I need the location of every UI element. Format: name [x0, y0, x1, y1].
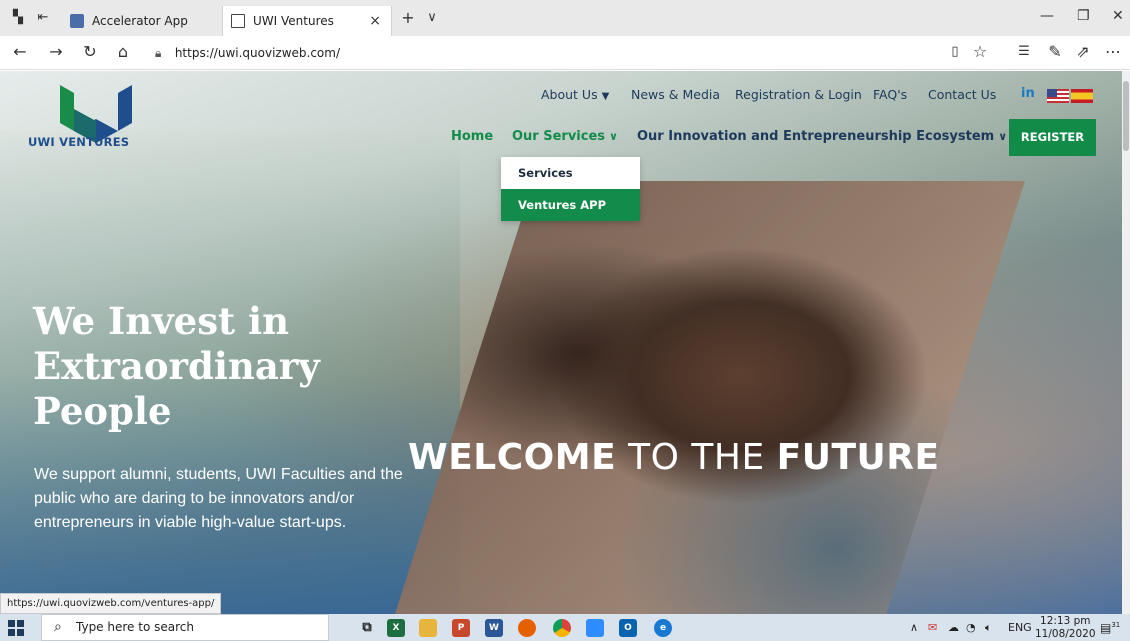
onedrive-icon[interactable]: ☁	[948, 621, 959, 634]
home-icon[interactable]: ⌂	[113, 42, 133, 62]
nav-news-media[interactable]: News & Media	[631, 87, 720, 102]
hero-title-line: People	[33, 389, 172, 433]
tab-accelerator-app[interactable]: Accelerator App	[62, 6, 222, 36]
logo-text: UWI VENTURES	[28, 135, 130, 149]
browser-tab-bar: ▚ ⇤ Accelerator App UWI Ventures × + ∨ —…	[0, 0, 1130, 36]
language-indicator[interactable]: ENG	[1008, 621, 1032, 634]
hero-title-line: Extraordinary	[33, 344, 320, 388]
nav-our-services[interactable]: Our Services ∨	[512, 129, 618, 144]
chevron-down-icon: ▼	[601, 91, 610, 102]
favorite-star-icon[interactable]: ☆	[970, 42, 990, 62]
welcome-middle: TO THE	[628, 437, 765, 478]
search-icon: ⌕	[54, 619, 62, 635]
tab-label: Accelerator App	[92, 14, 188, 28]
tab-actions-icon[interactable]: ▚	[10, 10, 26, 26]
nav-about-us-label: About Us	[541, 87, 598, 102]
tray-chevron-icon[interactable]: ∧	[910, 621, 918, 634]
volume-icon[interactable]: 🔈︎	[985, 621, 992, 635]
windows-start-icon[interactable]	[8, 620, 24, 636]
hero-subtitle: We support alumni, students, UWI Faculti…	[34, 466, 403, 531]
spanish-flag-icon[interactable]	[1071, 89, 1093, 103]
task-view-icon[interactable]: ⧉	[358, 619, 376, 637]
clock-time: 12:13 pm	[1040, 615, 1091, 627]
status-bar-url: https://uwi.quovizweb.com/ventures-app/	[0, 593, 222, 614]
page-icon	[231, 14, 245, 28]
services-dropdown: Services Ventures APP	[501, 157, 640, 221]
dropdown-item-ventures-app[interactable]: Ventures APP	[501, 189, 640, 221]
wifi-icon[interactable]: ◔	[966, 621, 976, 634]
nav-home[interactable]: Home	[451, 129, 493, 144]
edge-icon[interactable]: e	[654, 619, 672, 637]
back-icon[interactable]: ←	[10, 42, 30, 62]
set-tabs-aside-icon[interactable]: ⇤	[35, 10, 51, 26]
share-icon[interactable]: ⇗	[1073, 42, 1093, 62]
nav-contact-us[interactable]: Contact Us	[928, 87, 996, 102]
url-field[interactable]: 🔒︎ https://uwi.quovizweb.com/	[155, 42, 955, 64]
close-tab-icon[interactable]: ×	[369, 13, 381, 29]
scrollbar-thumb[interactable]	[1123, 81, 1129, 151]
zoom-icon[interactable]	[586, 619, 604, 637]
nav-our-services-label: Our Services	[512, 129, 606, 144]
chrome-icon[interactable]	[553, 619, 571, 637]
outlook-icon[interactable]: O	[619, 619, 637, 637]
tab-list-icon[interactable]: ∨	[424, 10, 440, 26]
english-flag-icon[interactable]	[1047, 89, 1069, 103]
dropdown-item-services[interactable]: Services	[501, 157, 640, 189]
windows-taskbar: ⌕ Type here to search ⧉ X P W O e ∧ ✉ ☁ …	[0, 614, 1130, 641]
url-text: https://uwi.quovizweb.com/	[174, 46, 341, 60]
hero-title-line: We Invest in	[33, 299, 289, 343]
nav-ecosystem[interactable]: Our Innovation and Entrepreneurship Ecos…	[637, 129, 1007, 144]
page-viewport: UWI VENTURES About Us ▼ News & Media Regi…	[0, 71, 1122, 614]
taskbar-search-box[interactable]: ⌕ Type here to search	[41, 614, 329, 641]
register-button[interactable]: REGISTER	[1009, 119, 1096, 156]
notification-count: 31	[1111, 621, 1121, 629]
nav-faq[interactable]: FAQ's	[873, 87, 907, 102]
favorites-list-icon[interactable]: ☰	[1014, 42, 1034, 62]
welcome-future: FUTURE	[776, 437, 940, 478]
pen-icon[interactable]: ✎	[1045, 42, 1065, 62]
welcome-word: WELCOME	[408, 437, 617, 478]
app-icon	[70, 14, 84, 28]
chevron-down-icon: ∨	[998, 130, 1008, 143]
more-icon[interactable]: ⋯	[1103, 42, 1123, 62]
file-explorer-icon[interactable]	[419, 619, 437, 637]
clock-date: 11/08/2020	[1035, 628, 1096, 640]
powerpoint-icon[interactable]: P	[452, 619, 470, 637]
linkedin-icon[interactable]: in	[1021, 86, 1035, 101]
close-window-icon[interactable]: ✕	[1112, 8, 1124, 24]
restore-icon[interactable]: ❐	[1077, 8, 1090, 24]
forward-icon[interactable]: →	[46, 42, 66, 62]
notification-center-icon[interactable]: ▤31	[1100, 621, 1120, 635]
nav-ecosystem-label: Our Innovation and Entrepreneurship Ecos…	[637, 129, 995, 144]
taskbar-clock[interactable]: 12:13 pm 11/08/2020	[1035, 615, 1096, 641]
reading-view-icon[interactable]: ▯	[945, 42, 965, 62]
word-icon[interactable]: W	[485, 619, 503, 637]
hero-title: We Invest in Extraordinary People	[33, 299, 433, 434]
new-tab-icon[interactable]: +	[400, 10, 416, 26]
mail-icon[interactable]: ✉	[928, 621, 937, 634]
tab-label: UWI Ventures	[253, 14, 334, 28]
search-placeholder: Type here to search	[76, 620, 194, 634]
nav-registration-login[interactable]: Registration & Login	[735, 87, 862, 102]
minimize-icon[interactable]: —	[1040, 8, 1054, 24]
refresh-icon[interactable]: ↻	[80, 42, 100, 62]
tab-uwi-ventures[interactable]: UWI Ventures ×	[222, 6, 392, 36]
nav-about-us[interactable]: About Us ▼	[541, 87, 609, 102]
excel-icon[interactable]: X	[387, 619, 405, 637]
address-bar: ← → ↻ ⌂ 🔒︎ https://uwi.quovizweb.com/ ▯ …	[0, 36, 1130, 70]
welcome-heading: WELCOME TO THE FUTURE	[408, 437, 940, 478]
chevron-down-icon: ∨	[609, 130, 618, 143]
lock-icon: 🔒︎	[155, 46, 162, 60]
firefox-icon[interactable]	[518, 619, 536, 637]
page-scrollbar[interactable]	[1122, 71, 1130, 614]
